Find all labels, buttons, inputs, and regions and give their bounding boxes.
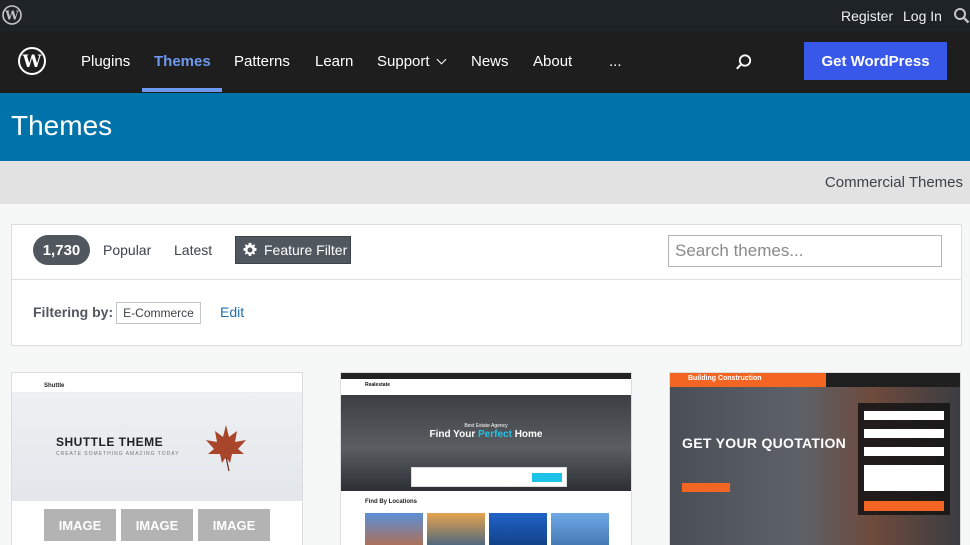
image-placeholder: IMAGE [121, 509, 193, 541]
search-themes-input[interactable] [668, 235, 942, 267]
form-field [864, 465, 944, 491]
divider [12, 279, 961, 280]
nav-news[interactable]: News [471, 53, 509, 70]
search-icon[interactable] [735, 53, 753, 71]
svg-text:W: W [4, 9, 19, 23]
theme-brand: Realestate [365, 382, 391, 388]
theme-card-shuttle[interactable]: Shuttle SHUTTLE THEME CREATE SOMETHING A… [11, 372, 303, 545]
nav-plugins[interactable]: Plugins [81, 53, 130, 70]
nav-support-label: Support [377, 53, 430, 70]
headline-part: Find Your [429, 429, 476, 440]
theme-count-badge: 1,730 [33, 235, 90, 265]
tab-latest[interactable]: Latest [174, 242, 212, 258]
theme-preview-search [411, 467, 567, 487]
login-link[interactable]: Log In [903, 8, 942, 24]
theme-brand: Building Construction [688, 375, 762, 382]
chevron-down-icon [436, 54, 446, 65]
location-thumbnail [427, 513, 485, 545]
maple-leaf-image [206, 425, 246, 472]
page-header: Themes [0, 93, 970, 161]
active-tab-indicator [142, 88, 222, 92]
nav-patterns[interactable]: Patterns [234, 53, 290, 70]
theme-preview-section-title: Find By Locations [365, 499, 418, 505]
page-title: Themes [11, 110, 113, 141]
form-submit [864, 501, 944, 511]
headline-part: Home [514, 429, 543, 440]
register-link[interactable]: Register [841, 8, 893, 24]
location-thumbnail [489, 513, 547, 545]
edit-filters-link[interactable]: Edit [220, 304, 244, 320]
form-field [864, 447, 944, 456]
filtering-by-label: Filtering by: [33, 304, 114, 320]
theme-preview-quote-form [858, 403, 950, 515]
nav-about[interactable]: About [533, 53, 572, 70]
theme-preview-tagline: CREATE SOMETHING AMAZING TODAY [56, 451, 180, 457]
active-filter-tag: E-Commerce [116, 302, 201, 324]
nav-more[interactable]: ... [609, 53, 622, 70]
admin-bar: W Register Log In [0, 0, 970, 31]
theme-brand: Shuttle [44, 383, 65, 389]
headline-accent: Perfect [478, 429, 512, 440]
image-placeholder: IMAGE [44, 509, 116, 541]
commercial-themes-link[interactable]: Commercial Themes [825, 174, 963, 191]
svg-text:W: W [21, 52, 42, 72]
search-icon[interactable] [953, 7, 970, 24]
nav-support[interactable]: Support [377, 53, 446, 70]
image-placeholder: IMAGE [198, 509, 270, 541]
form-field [864, 429, 944, 438]
theme-preview-cta [682, 483, 730, 492]
get-wordpress-button[interactable]: Get WordPress [804, 42, 947, 80]
feature-filter-label: Feature Filter [264, 242, 348, 258]
feature-filter-button[interactable]: Feature Filter [235, 236, 351, 264]
location-thumbnail [365, 513, 423, 545]
nav-themes[interactable]: Themes [154, 53, 211, 70]
theme-preview-headline: SHUTTLE THEME [56, 435, 164, 449]
wordpress-logo-icon[interactable]: W [18, 47, 46, 75]
main-navigation: W Plugins Themes Patterns Learn Support … [0, 31, 970, 93]
theme-filter-panel: 1,730 Popular Latest Feature Filter Filt… [11, 224, 962, 346]
gear-icon [243, 242, 257, 256]
form-field [864, 411, 944, 420]
theme-preview-headline: Find Your Perfect Home [341, 429, 631, 440]
theme-card-realestate[interactable]: Realestate Best Estate Agency Find Your … [340, 372, 632, 545]
wordpress-logo-icon[interactable]: W [2, 5, 22, 25]
tab-popular[interactable]: Popular [103, 242, 151, 258]
theme-preview-search-button [532, 473, 562, 482]
theme-card-construction[interactable]: Building Construction GET YOUR QUOTATION [669, 372, 961, 545]
sub-navigation: Commercial Themes [0, 161, 970, 204]
theme-preview-headline: GET YOUR QUOTATION [682, 435, 847, 451]
nav-learn[interactable]: Learn [315, 53, 353, 70]
location-thumbnail [551, 513, 609, 545]
